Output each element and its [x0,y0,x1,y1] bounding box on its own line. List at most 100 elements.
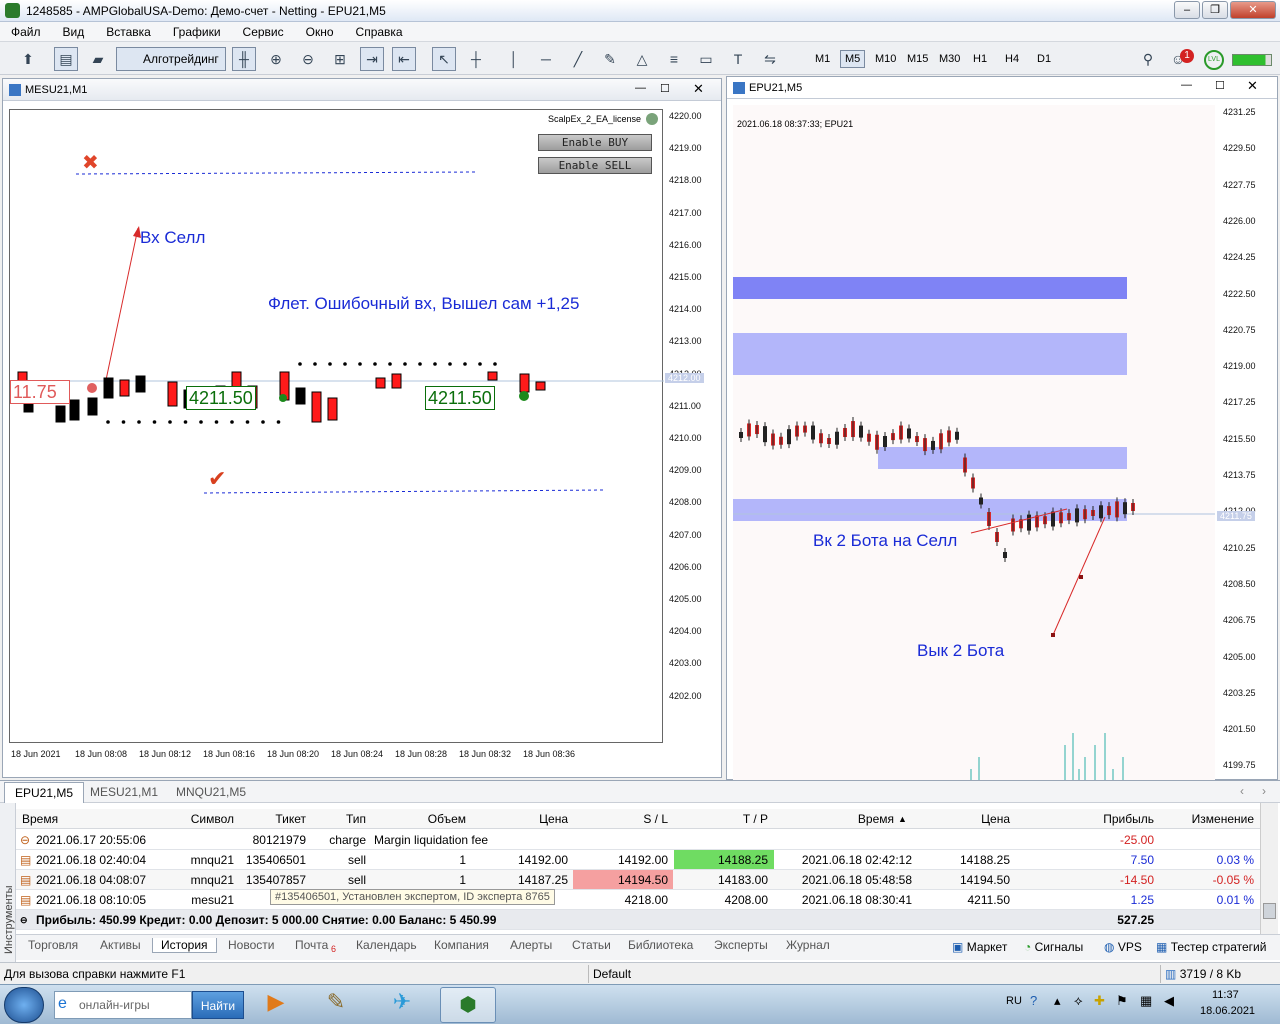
bottom-tab-8[interactable]: Статьи [572,938,611,952]
volume-icon[interactable]: ◀ [1164,993,1174,1009]
market-watch-icon[interactable]: ▤ [54,47,78,71]
col-price[interactable]: Цена [476,812,568,826]
bottom-tab-5[interactable]: Календарь [356,938,417,952]
shapes-dropdown-icon[interactable]: ⇋ [758,47,782,71]
cursor-icon[interactable]: ↖ [432,47,456,71]
chart-close-icon[interactable]: ✕ [1247,78,1258,94]
close-button[interactable]: ✕ [1230,1,1276,19]
crosshair-icon[interactable]: ┼ [464,47,488,71]
bottom-tab-3[interactable]: Новости [228,938,274,952]
triangle-icon[interactable]: △ [630,47,654,71]
col-time[interactable]: Время [22,812,58,826]
tester-link[interactable]: ▦ Тестер стратегий [1156,940,1266,954]
lvl-icon[interactable]: LVL [1204,50,1224,70]
new-chart-icon[interactable]: ⬆ [16,47,40,71]
chart-tab-epu21[interactable]: EPU21,M5 [4,782,85,803]
menu-window[interactable]: Окно [295,22,345,39]
market-link[interactable]: ▣ Маркет [952,940,1007,954]
chart-tab-mnqu21[interactable]: MNQU21,M5 [176,785,246,799]
language-indicator[interactable]: RU [1006,995,1022,1007]
menu-file[interactable]: Файл [0,22,52,39]
tf-d1[interactable]: D1 [1032,50,1056,68]
col-profit[interactable]: Прибыль [1056,812,1154,826]
minimize-button[interactable]: – [1174,1,1200,19]
chart-maximize-icon[interactable]: ☐ [660,82,670,95]
tf-m1[interactable]: M1 [810,50,835,68]
col-symbol[interactable]: Символ [156,812,234,826]
tray-icon-2[interactable]: ✚ [1094,993,1105,1009]
rectangle-icon[interactable]: ▭ [694,47,718,71]
menu-insert[interactable]: Вставка [95,22,162,39]
menu-tools[interactable]: Сервис [232,22,295,39]
table-row[interactable]: ⊖ 2021.06.17 20:55:06 80121979 charge Margin… [16,830,1260,850]
bottom-tab-2[interactable]: История [152,938,217,953]
telegram-icon[interactable]: ✈ [382,989,422,1021]
pencil-icon[interactable]: ✎ [598,47,622,71]
tab-scroll-right-icon[interactable]: › [1262,784,1266,798]
vertical-line-icon[interactable]: │ [502,47,526,71]
table-scrollbar[interactable] [1260,803,1278,943]
paint-icon[interactable]: ✎ [316,989,356,1021]
tf-h1[interactable]: H1 [968,50,992,68]
table-row[interactable]: ▤2021.06.18 08:10:05mesu211354218.004208… [16,890,1260,910]
network-icon[interactable]: ▦ [1140,993,1152,1009]
start-button[interactable] [4,987,44,1023]
scroll-thumb[interactable] [1263,903,1276,919]
menu-charts[interactable]: Графики [162,22,232,39]
search-icon[interactable]: ⚲ [1136,47,1160,71]
clock-time[interactable]: 11:37 [1212,989,1239,1001]
col-sl[interactable]: S / L [572,812,668,826]
chart-tab-mesu21[interactable]: MESU21,M1 [90,785,158,799]
col-ticket[interactable]: Тикет [236,812,306,826]
text-icon[interactable]: T [726,47,750,71]
tf-h4[interactable]: H4 [1000,50,1024,68]
bottom-tab-4[interactable]: Почта [295,938,328,952]
tf-m5[interactable]: M5 [840,50,866,68]
bottom-tab-10[interactable]: Эксперты [714,938,768,952]
chart-minimize-icon[interactable]: — [635,82,646,94]
bottom-tab-0[interactable]: Торговля [28,938,78,952]
tray-up-icon[interactable]: ▴ [1054,993,1061,1009]
help-icon[interactable]: ? [1030,993,1037,1008]
collapse-icon[interactable]: ⊖ [20,915,28,926]
chart-shift-icon[interactable]: ⇤ [392,47,416,71]
tile-windows-icon[interactable]: ⊞ [328,47,352,71]
vps-link[interactable]: ◍ VPS [1104,940,1142,954]
fibo-icon[interactable]: ≡ [662,47,686,71]
metatrader-task-icon[interactable]: ⬢ [440,987,496,1023]
col-time-close[interactable]: Время [774,812,894,826]
table-row[interactable]: ▤ 2021.06.18 02:40:04 mnqu21 135406501 sell 1… [16,850,1260,870]
col-type[interactable]: Тип [306,812,366,826]
tf-m15[interactable]: M15 [902,50,933,68]
bottom-tab-6[interactable]: Компания [434,938,489,952]
signals-link[interactable]: ◔ Сигналы [1024,940,1083,954]
chart-canvas[interactable]: ScalpEx_2_EA_license Enable BUY Enable S… [9,109,664,743]
col-change[interactable]: Изменение [1156,812,1254,826]
search-submit-button[interactable]: Найти [192,991,244,1019]
chart-minimize-icon[interactable]: — [1181,79,1192,91]
tf-m10[interactable]: M10 [870,50,901,68]
tray-icon-1[interactable]: ⟡ [1074,993,1083,1009]
clock-date[interactable]: 18.06.2021 [1200,1005,1255,1017]
table-row[interactable]: ▤ 2021.06.18 04:08:07 mnqu21 135407857 sell 1… [16,870,1260,890]
col-price-close[interactable]: Цена [916,812,1010,826]
chart-close-icon[interactable]: ✕ [693,81,704,97]
maximize-button[interactable]: ❐ [1202,1,1228,19]
chart-canvas-right[interactable]: 2021.06.18 08:37:33; EPU21 Вк 2 Бота на … [733,105,1215,781]
profiles-icon[interactable]: ▰ [86,47,110,71]
trendline-icon[interactable]: ╱ [566,47,590,71]
search-input[interactable]: онлайн-игры [54,991,192,1019]
col-volume[interactable]: Объем [376,812,466,826]
tab-scroll-left-icon[interactable]: ‹ [1240,784,1244,798]
auto-scroll-icon[interactable]: ⇥ [360,47,384,71]
menu-help[interactable]: Справка [345,22,414,39]
horizontal-line-icon[interactable]: ─ [534,47,558,71]
col-tp[interactable]: T / P [672,812,768,826]
chart-maximize-icon[interactable]: ☐ [1215,79,1225,92]
enable-buy-button[interactable]: Enable BUY [538,134,652,151]
tf-m30[interactable]: M30 [934,50,965,68]
bar-chart-icon[interactable]: ╫ [232,47,256,71]
bottom-tab-9[interactable]: Библиотека [628,938,693,952]
bottom-tab-1[interactable]: Активы [100,938,141,952]
zoom-in-icon[interactable]: ⊕ [264,47,288,71]
